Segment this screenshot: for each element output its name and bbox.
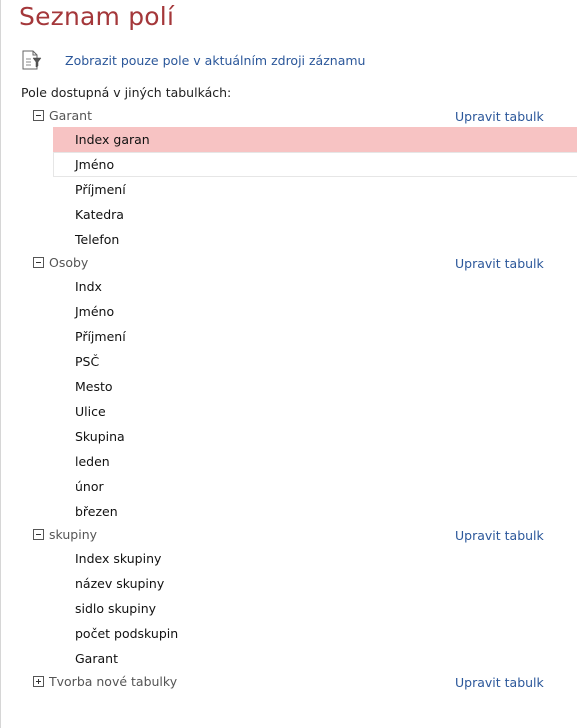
edit-table-link[interactable]: Upravit tabulk	[455, 256, 544, 271]
edit-table-link[interactable]: Upravit tabulk	[455, 675, 544, 690]
other-tables-label: Pole dostupná v jiných tabulkách:	[21, 85, 232, 100]
field-name: Jméno	[75, 304, 115, 319]
field-item[interactable]: Telefon	[1, 227, 577, 252]
field-item[interactable]: Příjmení	[1, 324, 577, 349]
edit-table-link[interactable]: Upravit tabulk	[455, 109, 544, 124]
field-name: leden	[75, 454, 110, 469]
field-name: únor	[75, 479, 104, 494]
field-name: Garant	[75, 651, 118, 666]
edit-table-link[interactable]: Upravit tabulk	[455, 528, 544, 543]
collapse-icon[interactable]	[33, 529, 44, 540]
show-only-current-source-row[interactable]: Zobrazit pouze pole v aktuálním zdroji z…	[21, 49, 365, 71]
field-item[interactable]: leden	[1, 449, 577, 474]
field-item[interactable]: Skupina	[1, 424, 577, 449]
field-name: Indx	[75, 279, 102, 294]
pane-title: Seznam polí	[19, 2, 175, 31]
field-name: březen	[75, 504, 118, 519]
table-group-header[interactable]: skupiny Upravit tabulk	[1, 524, 577, 546]
show-only-current-source-link[interactable]: Zobrazit pouze pole v aktuálním zdroji z…	[65, 53, 365, 68]
field-name: Mesto	[75, 379, 113, 394]
field-name: počet podskupin	[75, 626, 179, 641]
field-item[interactable]: Index skupiny	[1, 546, 577, 571]
field-name: Jméno	[75, 157, 115, 172]
table-group-header[interactable]: Osoby Upravit tabulk	[1, 252, 577, 274]
field-item[interactable]: Příjmení	[1, 177, 577, 202]
field-name: PSČ	[75, 354, 100, 369]
field-item[interactable]: Index garan	[53, 127, 577, 152]
field-name: Telefon	[75, 232, 120, 247]
field-item[interactable]: Katedra	[1, 202, 577, 227]
table-tree: Garant Upravit tabulk Index garan Jméno Příj…	[1, 105, 577, 693]
field-item[interactable]: PSČ	[1, 349, 577, 374]
field-name: Index garan	[75, 132, 150, 147]
field-item[interactable]: název skupiny	[1, 571, 577, 596]
field-item[interactable]: počet podskupin	[1, 621, 577, 646]
field-item[interactable]: Indx	[1, 274, 577, 299]
filter-table-icon	[22, 50, 42, 70]
field-name: sidlo skupiny	[75, 601, 157, 616]
field-item[interactable]: únor	[1, 474, 577, 499]
field-name: Příjmení	[75, 182, 126, 197]
expand-icon[interactable]	[33, 676, 44, 687]
field-item[interactable]: Mesto	[1, 374, 577, 399]
collapse-icon[interactable]	[33, 110, 44, 121]
field-name: Index skupiny	[75, 551, 162, 566]
table-name: skupiny	[49, 527, 98, 542]
field-name: Katedra	[75, 207, 124, 222]
field-list-pane: Seznam polí Zobrazit pouze pole v aktuál…	[0, 0, 577, 728]
field-name: název skupiny	[75, 576, 165, 591]
field-item[interactable]: Jméno	[53, 152, 577, 177]
field-item[interactable]: Garant	[1, 646, 577, 671]
table-name: Garant	[49, 108, 92, 123]
field-name: Skupina	[75, 429, 125, 444]
field-name: Ulice	[75, 404, 106, 419]
table-name: Osoby	[49, 255, 89, 270]
table-group-header[interactable]: Tvorba nové tabulky Upravit tabulk	[1, 671, 577, 693]
field-item[interactable]: sidlo skupiny	[1, 596, 577, 621]
field-item[interactable]: Jméno	[1, 299, 577, 324]
table-name: Tvorba nové tabulky	[49, 674, 178, 689]
field-name: Příjmení	[75, 329, 126, 344]
table-group-header[interactable]: Garant Upravit tabulk	[1, 105, 577, 127]
field-item[interactable]: březen	[1, 499, 577, 524]
field-item[interactable]: Ulice	[1, 399, 577, 424]
collapse-icon[interactable]	[33, 257, 44, 268]
